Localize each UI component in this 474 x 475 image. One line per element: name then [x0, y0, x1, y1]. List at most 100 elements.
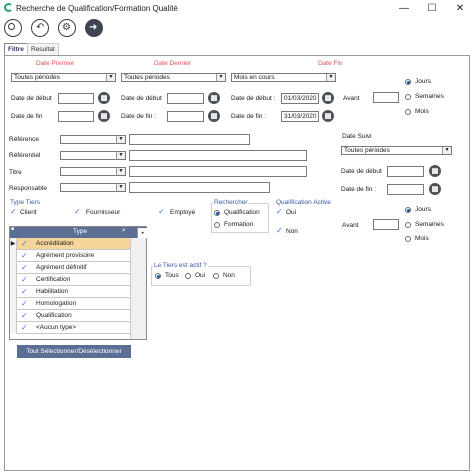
settings-button[interactable]: ⚙ — [58, 19, 76, 37]
date-suivi-debut-input[interactable] — [387, 166, 424, 177]
chevron-down-icon: ▼ — [442, 147, 451, 154]
calendar-icon[interactable] — [429, 183, 441, 195]
date-premier-debut-input[interactable] — [58, 93, 94, 104]
close-button[interactable]: ✕ — [446, 0, 474, 17]
qualification-active-oui-checkbox[interactable]: ✓ — [276, 208, 283, 216]
list-item: Habilitation — [36, 288, 69, 295]
calendar-icon[interactable] — [98, 110, 110, 122]
date-dernier-debut-input[interactable] — [167, 93, 204, 104]
date-suivi-unit-semaines-radio[interactable] — [405, 222, 411, 228]
grid-select-all-icon[interactable]: ■ — [11, 226, 14, 232]
calendar-icon[interactable] — [429, 165, 441, 177]
type-tiers-employe-label: Employé — [170, 209, 196, 216]
date-suivi-period-select[interactable]: Toutes périodes ▼ — [341, 146, 452, 155]
date-fin-fin-label: Date de fin : — [231, 113, 267, 120]
search-button[interactable] — [4, 19, 22, 37]
tiers-actif-header: Le Tiers est actif ? — [153, 262, 208, 269]
row-checkbox[interactable]: ✓ — [21, 300, 28, 308]
rechercher-formation-radio[interactable] — [214, 222, 220, 228]
titre-label: Titre — [9, 169, 22, 176]
calendar-icon[interactable] — [98, 92, 110, 104]
rechercher-qualification-radio[interactable] — [214, 210, 220, 216]
row-selector[interactable] — [10, 322, 17, 334]
date-suivi-fin-input[interactable] — [387, 184, 424, 195]
tiers-actif-non-label: Non — [223, 272, 235, 279]
date-premier-period-select[interactable]: Toutes périodes ▼ — [11, 73, 116, 82]
titre-input[interactable] — [129, 166, 307, 177]
responsable-input[interactable] — [129, 182, 270, 193]
date-fin-unit-jours-label: Jours — [415, 78, 431, 85]
type-tiers-fournisseur-checkbox[interactable]: ✓ — [74, 208, 81, 216]
row-checkbox[interactable]: ✓ — [21, 288, 28, 296]
date-dernier-period-select[interactable]: Toutes périodes ▼ — [121, 73, 226, 82]
chevron-down-icon: ▼ — [116, 184, 125, 191]
calendar-icon[interactable] — [322, 110, 334, 122]
row-checkbox[interactable]: ✓ — [21, 264, 28, 272]
list-item: <Aucun type> — [36, 324, 77, 331]
date-fin-unit-jours-radio[interactable] — [405, 79, 411, 85]
row-checkbox[interactable]: ✓ — [21, 324, 28, 332]
date-fin-unit-mois-radio[interactable] — [405, 109, 411, 115]
reference-operator-select[interactable]: ▼ — [60, 135, 126, 144]
type-tiers-header: Type Tiers — [10, 199, 40, 206]
tab-resultat[interactable]: Resultat — [27, 43, 59, 55]
chevron-down-icon: ▼ — [116, 136, 125, 143]
row-selector[interactable] — [10, 250, 17, 262]
date-premier-debut-label: Date de début — [11, 95, 52, 102]
type-tiers-employe-checkbox[interactable]: ✓ — [158, 208, 165, 216]
list-item: Agrément provisoire — [36, 252, 95, 259]
reference-input[interactable] — [129, 134, 250, 145]
date-fin-debut-label: Date de début : — [231, 95, 276, 102]
calendar-icon[interactable] — [322, 92, 334, 104]
row-checkbox[interactable]: ✓ — [21, 252, 28, 260]
qualification-active-non-checkbox[interactable]: ✓ — [276, 227, 283, 235]
grid-menu-button[interactable]: ▸ — [137, 228, 148, 238]
tiers-actif-oui-label: Oui — [195, 272, 206, 279]
date-suivi-unit-jours-label: Jours — [415, 206, 431, 213]
row-checkbox[interactable]: ✓ — [21, 240, 28, 248]
date-dernier-fin-input[interactable] — [167, 111, 204, 122]
calendar-icon[interactable] — [208, 92, 220, 104]
date-premier-fin-input[interactable] — [58, 111, 94, 122]
date-fin-avant-input[interactable] — [373, 92, 399, 103]
referentiel-input[interactable] — [129, 150, 307, 161]
date-fin-avant-label: Avant — [343, 95, 360, 102]
minimize-button[interactable]: — — [390, 0, 418, 17]
type-tiers-client-checkbox[interactable]: ✓ — [10, 208, 17, 216]
search-icon[interactable]: ⌕ — [122, 227, 126, 235]
date-suivi-unit-jours-radio[interactable] — [405, 207, 411, 213]
exit-button[interactable]: ➜ — [85, 19, 103, 37]
rechercher-group — [211, 203, 269, 233]
titre-operator-select[interactable]: ▼ — [60, 167, 126, 176]
select-all-button[interactable]: Tout Sélectionner/Désélectionner — [17, 345, 131, 358]
tab-filtre[interactable]: Filtre — [4, 43, 28, 55]
search-icon — [8, 23, 15, 30]
date-fin-debut-input[interactable]: 01/03/2020 — [281, 93, 319, 104]
referentiel-operator-select[interactable]: ▼ — [60, 151, 126, 160]
row-checkbox[interactable]: ✓ — [21, 276, 28, 284]
rechercher-header: Rechercher — [213, 199, 249, 206]
row-selector[interactable] — [10, 274, 17, 286]
tiers-actif-oui-radio[interactable] — [185, 273, 191, 279]
tiers-actif-tous-radio[interactable] — [155, 273, 161, 279]
chevron-down-icon: ▼ — [116, 168, 125, 175]
date-fin-period-select[interactable]: Mois en cours ▼ — [231, 73, 336, 82]
date-fin-fin-input[interactable]: 31/03/2020 — [281, 111, 319, 122]
date-suivi-unit-semaines-label: Semaines — [415, 221, 444, 228]
types-grid-column-type[interactable]: Type — [73, 228, 87, 235]
tiers-actif-non-radio[interactable] — [213, 273, 219, 279]
row-selector[interactable] — [10, 262, 17, 274]
row-selector[interactable] — [10, 286, 17, 298]
date-fin-unit-semaines-radio[interactable] — [405, 94, 411, 100]
maximize-button[interactable]: ☐ — [418, 0, 446, 17]
table-row[interactable] — [10, 286, 130, 298]
undo-button[interactable]: ↶ — [31, 19, 49, 37]
date-suivi-avant-input[interactable] — [373, 219, 399, 230]
calendar-icon[interactable] — [208, 110, 220, 122]
row-selector[interactable] — [10, 310, 17, 322]
qualification-active-oui-label: Oui — [286, 209, 297, 216]
date-suivi-unit-mois-radio[interactable] — [405, 236, 411, 242]
row-selector[interactable] — [10, 298, 17, 310]
responsable-operator-select[interactable]: ▼ — [60, 183, 126, 192]
row-checkbox[interactable]: ✓ — [21, 312, 28, 320]
